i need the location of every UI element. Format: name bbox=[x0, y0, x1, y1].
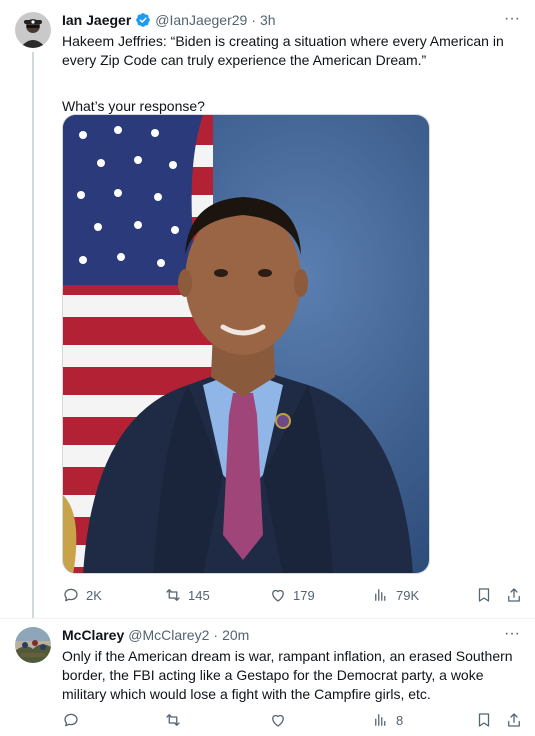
tweet-text-line: military which would lose a fight with t… bbox=[62, 686, 431, 702]
author-avatar[interactable] bbox=[15, 627, 51, 663]
reply-count: 2K bbox=[86, 587, 102, 603]
heart-icon bbox=[272, 714, 284, 727]
tweet-text-line: Only if the American dream is war, rampa… bbox=[62, 648, 513, 664]
tweet-text-line bbox=[62, 70, 517, 89]
avatar-image bbox=[15, 12, 51, 48]
tweet-timestamp[interactable]: 20m bbox=[222, 626, 249, 644]
tweet-text: Hakeem Jeffries: “Biden is creating a si… bbox=[62, 32, 517, 116]
heart-icon bbox=[272, 589, 284, 602]
tweet-actions: 8 bbox=[62, 710, 525, 730]
share-button[interactable] bbox=[505, 710, 525, 730]
analytics-icon bbox=[375, 714, 386, 726]
bookmark-icon bbox=[478, 588, 490, 602]
analytics-icon bbox=[375, 589, 386, 601]
author-name[interactable]: McClarey bbox=[62, 626, 124, 644]
bookmark-button[interactable] bbox=[475, 710, 505, 730]
tweet-timestamp[interactable]: 3h bbox=[260, 11, 276, 29]
tweet-text-line: Hakeem Jeffries: “Biden is creating a si… bbox=[62, 33, 504, 49]
tweet-header: McClarey @McClarey2 · 20m bbox=[62, 626, 249, 644]
more-options-icon[interactable]: ··· bbox=[503, 10, 521, 28]
separator-dot: · bbox=[213, 627, 219, 643]
author-handle[interactable]: @McClarey2 bbox=[128, 626, 209, 644]
like-button[interactable] bbox=[269, 710, 372, 730]
verified-badge-icon[interactable] bbox=[135, 12, 151, 28]
like-count: 179 bbox=[293, 587, 315, 603]
tweet-text: Only if the American dream is war, rampa… bbox=[62, 647, 517, 704]
reply-icon bbox=[64, 713, 78, 727]
reply-button[interactable] bbox=[62, 710, 164, 730]
views-count: 8 bbox=[396, 712, 404, 728]
repost-button[interactable]: 145 bbox=[164, 585, 269, 605]
more-options-icon[interactable]: ··· bbox=[503, 625, 521, 643]
reply-icon bbox=[64, 588, 78, 602]
repost-icon bbox=[166, 714, 180, 726]
repost-icon bbox=[166, 589, 180, 601]
bookmark-button[interactable] bbox=[475, 585, 505, 605]
portrait-photo bbox=[63, 115, 429, 573]
views-count: 79K bbox=[396, 587, 420, 603]
separator-dot: · bbox=[251, 12, 256, 28]
repost-count: 145 bbox=[188, 587, 210, 603]
views-button[interactable]: 8 bbox=[372, 710, 475, 730]
tweet-text-line: every Zip Code can truly experience the … bbox=[62, 52, 427, 68]
tweet-actions: 2K 145 179 79K bbox=[62, 585, 525, 605]
author-avatar[interactable] bbox=[15, 12, 51, 48]
tweet-text-line: border, the FBI acting like a Gestapo fo… bbox=[62, 667, 484, 683]
tweet-mcclarey[interactable]: McClarey @McClarey2 · 20m ··· Only if th… bbox=[0, 618, 535, 736]
tweet-photo[interactable] bbox=[62, 114, 430, 574]
tie-shape bbox=[223, 393, 263, 560]
author-handle[interactable]: @IanJaeger29 bbox=[155, 11, 247, 29]
thread-line bbox=[32, 52, 34, 618]
reply-button[interactable]: 2K bbox=[62, 585, 164, 605]
tweet-header: Ian Jaeger @IanJaeger29 · 3h bbox=[62, 11, 276, 29]
tweet-ian-jaeger[interactable]: Ian Jaeger @IanJaeger29 · 3h ··· Hakeem … bbox=[0, 0, 535, 618]
avatar-image bbox=[15, 627, 51, 663]
bookmark-icon bbox=[478, 713, 490, 727]
views-button[interactable]: 79K bbox=[372, 585, 475, 605]
share-button[interactable] bbox=[505, 585, 525, 605]
repost-button[interactable] bbox=[164, 710, 269, 730]
share-icon bbox=[508, 588, 520, 602]
like-button[interactable]: 179 bbox=[269, 585, 372, 605]
share-icon bbox=[508, 713, 520, 727]
author-name[interactable]: Ian Jaeger bbox=[62, 11, 131, 29]
